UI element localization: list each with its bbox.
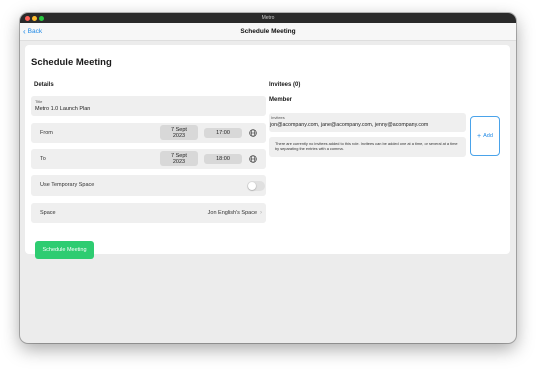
to-label: To xyxy=(40,156,46,162)
title-bar: Metro xyxy=(20,13,516,23)
invitees-caption: Invitees xyxy=(271,115,285,120)
title-field[interactable]: Title Metro 1.0 Launch Plan xyxy=(31,96,266,116)
plus-icon: + xyxy=(477,132,482,140)
invitees-heading: Invitees (0) xyxy=(269,82,301,88)
from-row: From 7 Sept 2023 17:00 xyxy=(31,123,266,143)
member-label: Member xyxy=(269,97,293,103)
to-time-picker[interactable]: 18:00 xyxy=(204,154,242,164)
space-value-wrap: Jon English's Space › xyxy=(208,203,262,223)
temporary-space-label: Use Temporary Space xyxy=(40,182,95,188)
invitees-help: There are currently no invitees added to… xyxy=(269,137,466,157)
title-value: Metro 1.0 Launch Plan xyxy=(35,106,91,112)
page-title: Schedule Meeting xyxy=(31,57,112,68)
space-value: Jon English's Space xyxy=(207,210,257,216)
title-caption: Title xyxy=(35,99,43,104)
from-date-year: 2023 xyxy=(172,132,186,139)
toggle-knob xyxy=(248,182,256,190)
chevron-right-icon: › xyxy=(260,210,262,216)
to-date-picker[interactable]: 7 Sept 2023 xyxy=(160,151,198,166)
add-label: Add xyxy=(483,133,493,139)
nav-title: Schedule Meeting xyxy=(240,28,296,35)
invitees-input[interactable]: Invitees jon@acompany.com, jane@acompany… xyxy=(269,113,466,132)
space-label: Space xyxy=(40,210,56,216)
invitees-value: jon@acompany.com, jane@acompany.com, jen… xyxy=(270,122,429,128)
space-row[interactable]: Space Jon English's Space › xyxy=(31,203,266,223)
invitees-help-text: There are currently no invitees added to… xyxy=(275,141,458,151)
from-date-picker[interactable]: 7 Sept 2023 xyxy=(160,125,198,140)
globe-icon[interactable] xyxy=(249,155,257,163)
to-date-year: 2023 xyxy=(172,158,186,165)
from-time-picker[interactable]: 17:00 xyxy=(204,128,242,138)
app-window: Metro ‹ Back Schedule Meeting Schedule M… xyxy=(20,13,516,343)
navigation-bar: ‹ Back Schedule Meeting xyxy=(20,23,516,41)
from-label: From xyxy=(40,130,53,136)
schedule-meeting-sheet: Schedule Meeting Details Title Metro 1.0… xyxy=(25,45,510,259)
window-title: Metro xyxy=(261,15,275,21)
add-invitee-button[interactable]: + Add xyxy=(470,116,500,156)
temporary-space-row: Use Temporary Space xyxy=(31,175,266,196)
schedule-meeting-button[interactable]: Schedule Meeting xyxy=(35,241,94,259)
to-row: To 7 Sept 2023 18:00 xyxy=(31,149,266,169)
globe-icon[interactable] xyxy=(249,129,257,137)
details-heading: Details xyxy=(34,82,54,88)
temporary-space-toggle[interactable] xyxy=(247,181,265,191)
